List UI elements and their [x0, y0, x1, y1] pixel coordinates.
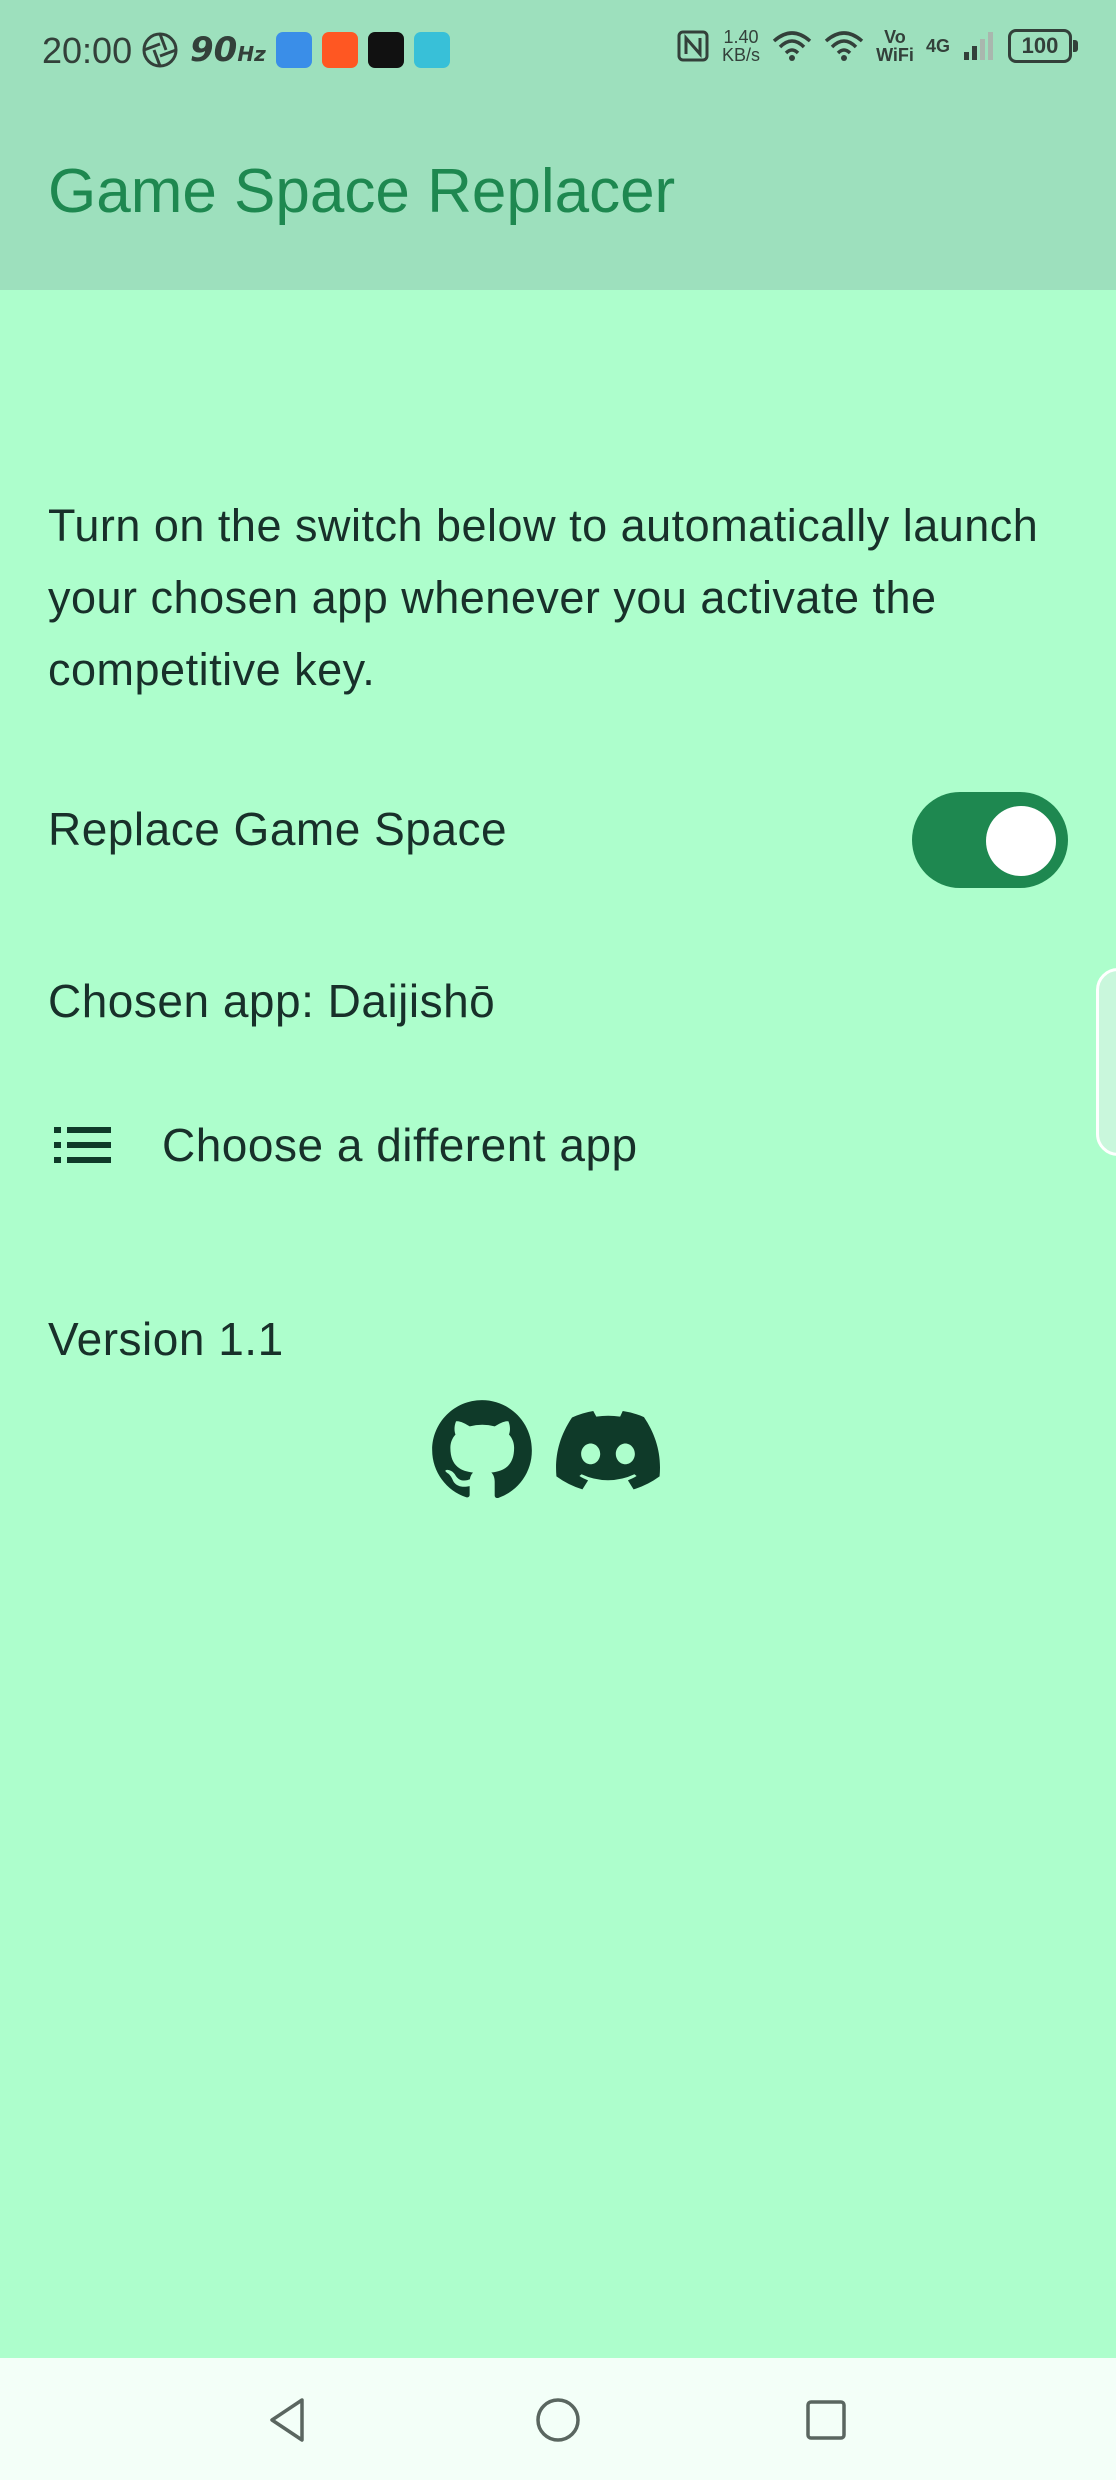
reddit-app-icon — [321, 32, 358, 68]
github-icon[interactable] — [430, 1398, 534, 1502]
wifi-icon — [772, 31, 812, 61]
back-icon[interactable] — [262, 2394, 314, 2446]
switch-knob — [986, 806, 1056, 876]
network-type: 4G — [925, 36, 950, 56]
app-title: Game Space Replacer — [48, 157, 676, 226]
status-notification-icons: 90Hz — [140, 30, 450, 70]
social-links — [430, 1398, 660, 1502]
replace-game-space-label: Replace Game Space — [48, 803, 508, 855]
list-icon — [54, 1127, 111, 1163]
app-bar: Game Space Replacer — [0, 96, 1116, 290]
settings-app-icon — [275, 32, 312, 68]
usb-app-icon — [413, 32, 450, 68]
signal-icon — [964, 32, 993, 60]
navigation-bar — [0, 2358, 1116, 2480]
recents-icon[interactable] — [800, 2394, 852, 2446]
edge-panel-handle[interactable] — [1096, 968, 1116, 1156]
home-icon[interactable] — [532, 2394, 584, 2446]
volte-label: Vo WiFi — [876, 27, 914, 65]
status-system-icons: 1.40 KB/s Vo WiFi 4G 100 — [676, 27, 1078, 65]
description-text: Turn on the switch below to automaticall… — [48, 500, 1039, 695]
battery-indicator: 100 — [1008, 29, 1078, 63]
version-text: Version 1.1 — [48, 1313, 284, 1365]
nfc-icon — [677, 30, 709, 62]
aperture-icon — [142, 32, 178, 68]
network-speed: 1.40 KB/s — [721, 27, 760, 65]
replace-game-space-switch[interactable] — [912, 792, 1068, 888]
dark-app-icon — [367, 32, 404, 68]
choose-different-app-button[interactable]: Choose a different app — [40, 1090, 1080, 1200]
choose-different-app-label: Choose a different app — [162, 1119, 638, 1171]
refresh-rate: 90Hz — [190, 30, 266, 70]
discord-icon[interactable] — [556, 1398, 660, 1502]
status-bar: 20:00 90Hz 1.40 KB/s Vo WiFi 4G 100 — [0, 0, 1116, 96]
chosen-app-text: Chosen app: Daijishō — [48, 975, 496, 1027]
wifi-icon-secondary — [824, 31, 864, 61]
status-time: 20:00 — [42, 30, 133, 71]
